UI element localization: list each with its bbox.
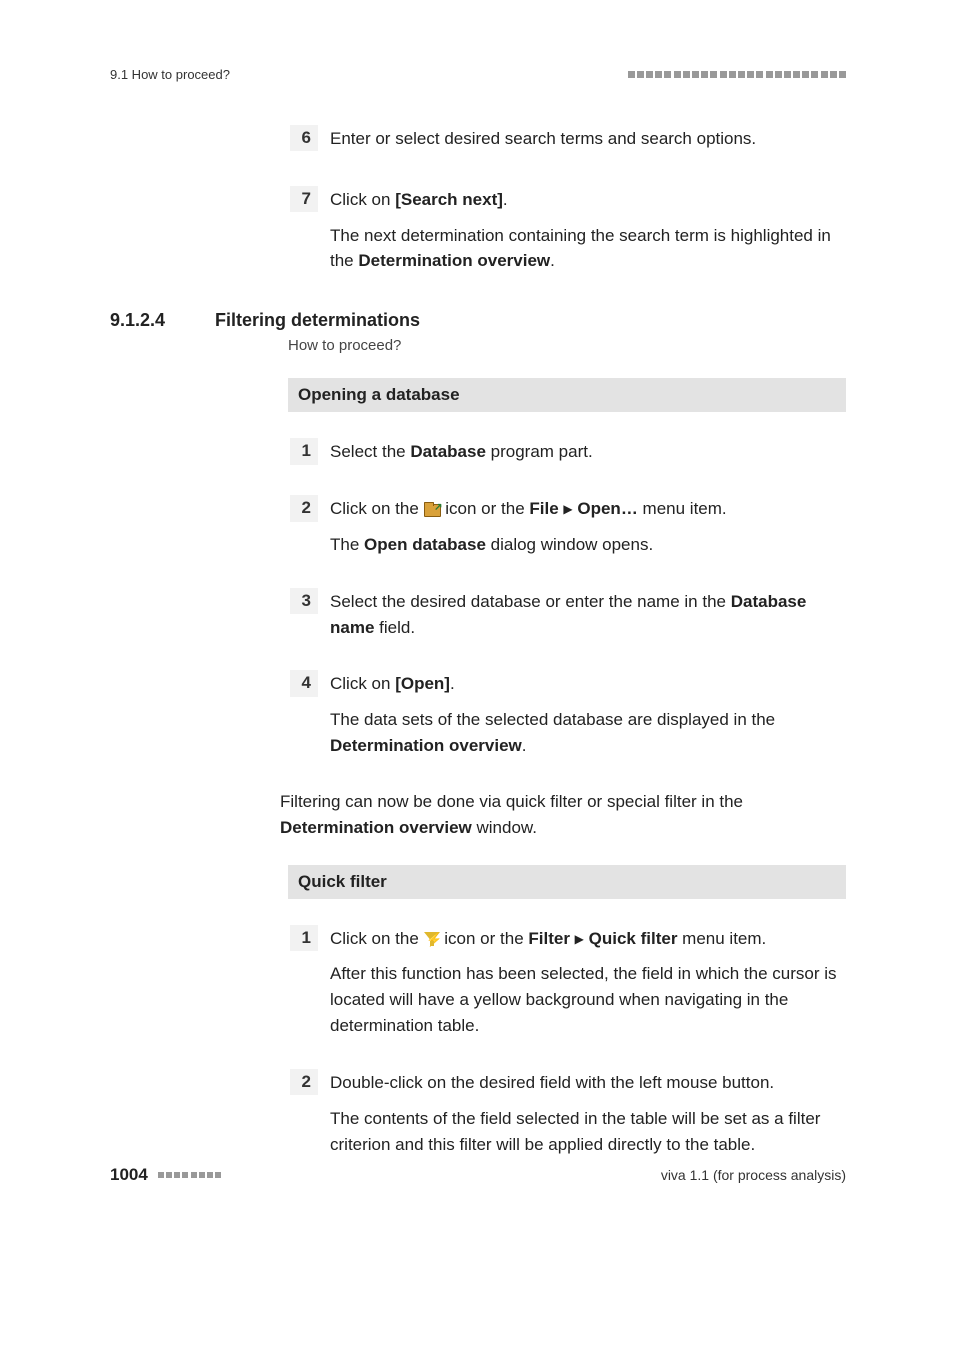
page-number: 1004 — [110, 1165, 148, 1185]
bold: Determination overview — [330, 736, 522, 755]
step-text: Click on the ⚡ icon or the Filter ▶ Quic… — [330, 925, 846, 1039]
bold: Quick filter — [589, 929, 678, 948]
db-step-4: 4 Click on [Open]. The data sets of the … — [290, 670, 846, 758]
open-folder-icon: ↗ — [424, 502, 441, 516]
section-subtitle: How to proceed? — [288, 337, 846, 354]
text: icon or the — [441, 499, 530, 518]
menu-arrow-icon: ▶ — [575, 932, 584, 946]
step-number: 2 — [290, 1069, 318, 1095]
bold: File — [529, 499, 558, 518]
step-7: 7 Click on [Search next]. The next deter… — [290, 186, 846, 274]
text: Click on the — [330, 499, 424, 518]
text: Filtering can now be done via quick filt… — [280, 792, 743, 811]
text: . — [503, 190, 508, 209]
step-text: Enter or select desired search terms and… — [330, 125, 846, 152]
bold: Determination overview — [280, 818, 472, 837]
text: field. — [374, 618, 415, 637]
step-number: 7 — [290, 186, 318, 212]
text: Click on the — [330, 929, 424, 948]
section-heading: 9.1.2.4 Filtering determinations — [110, 310, 846, 331]
text: window. — [472, 818, 537, 837]
page-footer: 1004 viva 1.1 (for process analysis) — [110, 1165, 846, 1185]
text: Select the desired database or enter the… — [330, 592, 731, 611]
step-number: 6 — [290, 125, 318, 151]
text: menu item. — [677, 929, 766, 948]
paragraph: Filtering can now be done via quick filt… — [280, 789, 846, 841]
text: . — [522, 736, 527, 755]
block-title-opening-db: Opening a database — [288, 378, 846, 412]
text: Click on — [330, 190, 395, 209]
header-ornament — [628, 71, 846, 78]
footer-ornament — [158, 1172, 221, 1178]
text: dialog window opens. — [486, 535, 653, 554]
step-number: 1 — [290, 925, 318, 951]
text: After this function has been selected, t… — [330, 961, 846, 1038]
step-text: Click on [Open]. The data sets of the se… — [330, 670, 846, 758]
section-number: 9.1.2.4 — [110, 310, 215, 331]
text: The contents of the field selected in th… — [330, 1106, 846, 1158]
text: Double-click on the desired field with t… — [330, 1070, 846, 1096]
running-head: 9.1 How to proceed? — [110, 67, 230, 82]
step-text: Double-click on the desired field with t… — [330, 1069, 846, 1157]
section-title: Filtering determinations — [215, 310, 420, 331]
step-number: 2 — [290, 495, 318, 521]
text: Select the — [330, 442, 410, 461]
bold: Determination overview — [358, 251, 550, 270]
step-6: 6 Enter or select desired search terms a… — [290, 125, 846, 152]
bold: Open database — [364, 535, 486, 554]
bold: [Search next] — [395, 190, 503, 209]
block-title-quick-filter: Quick filter — [288, 865, 846, 899]
bold: [Open] — [395, 674, 450, 693]
bold: Open… — [577, 499, 637, 518]
step-number: 1 — [290, 438, 318, 464]
db-step-3: 3 Select the desired database or enter t… — [290, 588, 846, 641]
qf-step-1: 1 Click on the ⚡ icon or the Filter ▶ Qu… — [290, 925, 846, 1039]
text: icon or the — [440, 929, 529, 948]
text: The data sets of the selected database a… — [330, 710, 775, 729]
step-text: Select the desired database or enter the… — [330, 588, 846, 641]
page-header: 9.1 How to proceed? — [110, 67, 846, 82]
step-number: 4 — [290, 670, 318, 696]
page: 9.1 How to proceed? 6 Enter or select de… — [0, 0, 954, 1350]
text: Click on — [330, 674, 395, 693]
text: . — [550, 251, 555, 270]
text: menu item. — [638, 499, 727, 518]
db-step-2: 2 Click on the ↗ icon or the File ▶ Open… — [290, 495, 846, 558]
db-step-1: 1 Select the Database program part. — [290, 438, 846, 465]
menu-arrow-icon: ▶ — [563, 502, 572, 516]
product-name: viva 1.1 (for process analysis) — [661, 1167, 846, 1183]
bold: Filter — [528, 929, 570, 948]
text: . — [450, 674, 455, 693]
content-area: 6 Enter or select desired search terms a… — [110, 125, 846, 1187]
text: program part. — [486, 442, 593, 461]
step-text: Select the Database program part. — [330, 438, 846, 465]
step-text: Click on the ↗ icon or the File ▶ Open… … — [330, 495, 846, 558]
step-text: Click on [Search next]. The next determi… — [330, 186, 846, 274]
text: The — [330, 535, 364, 554]
bold: Database — [410, 442, 486, 461]
quick-filter-icon: ⚡ — [424, 932, 440, 946]
step-number: 3 — [290, 588, 318, 614]
qf-step-2: 2 Double-click on the desired field with… — [290, 1069, 846, 1157]
